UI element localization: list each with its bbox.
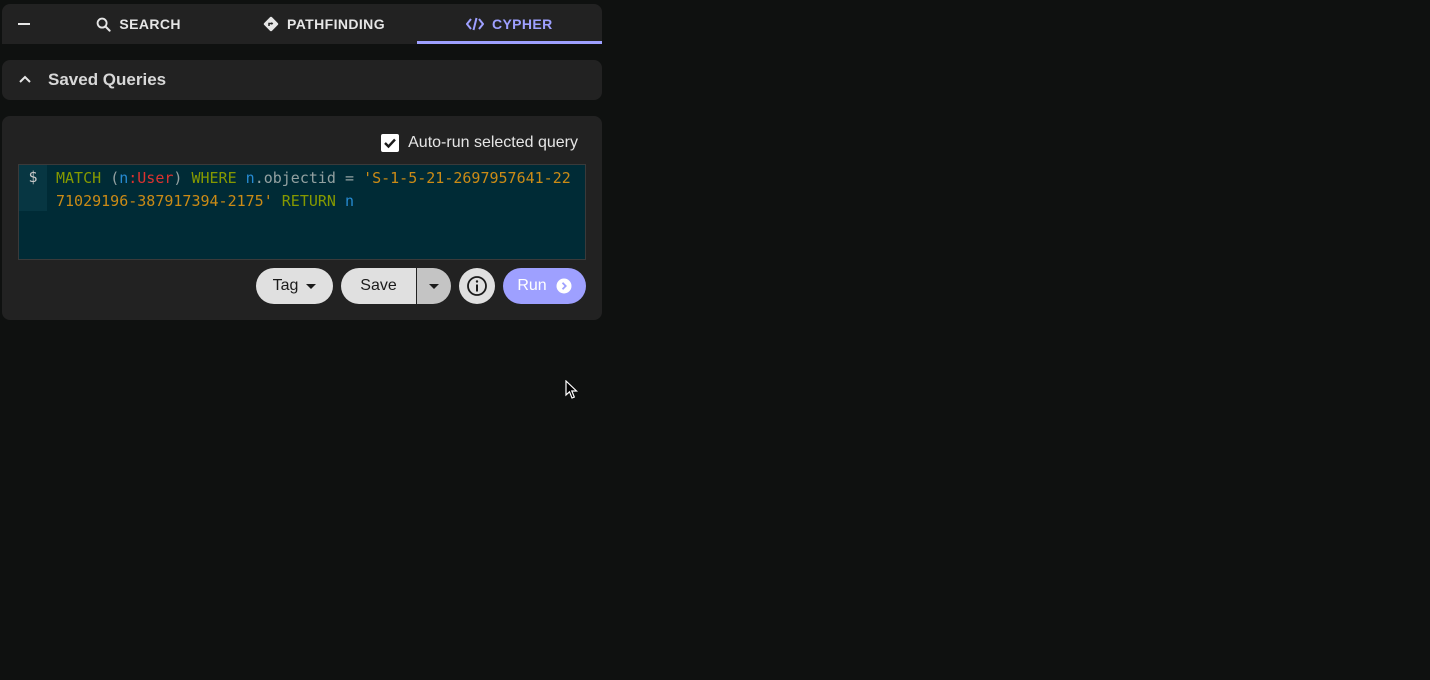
tab-search-label: SEARCH — [119, 16, 181, 32]
checkmark-icon — [384, 138, 397, 149]
cypher-query-text[interactable]: MATCH (n:User) WHERE n.objectid = 'S-1-5… — [47, 165, 585, 259]
info-button[interactable] — [459, 268, 495, 304]
chevron-up-icon — [18, 71, 32, 89]
save-button-label: Save — [360, 277, 397, 294]
mouse-cursor-icon — [565, 379, 579, 405]
info-icon — [467, 276, 487, 296]
chevron-right-circle-icon — [556, 278, 572, 294]
query-actions: Tag Save Run — [256, 268, 586, 304]
tab-cypher-label: CYPHER — [491, 16, 553, 32]
autorun-label: Auto-run selected query — [408, 134, 578, 151]
cypher-query-editor[interactable]: $ MATCH (n:User) WHERE n.objectid = 'S-1… — [18, 164, 586, 260]
tag-button[interactable]: Tag — [256, 268, 333, 304]
saved-queries-title: Saved Queries — [48, 70, 167, 89]
save-button[interactable]: Save — [341, 268, 416, 304]
save-menu-button[interactable] — [417, 268, 451, 304]
explore-tabs: SEARCH PATHFINDING CYPHER — [2, 4, 603, 44]
tag-button-label: Tag — [272, 277, 299, 294]
saved-queries-header[interactable]: Saved Queries — [2, 60, 602, 100]
cypher-search-panel: Auto-run selected query $ MATCH (n:User)… — [2, 116, 602, 320]
autorun-checkbox[interactable] — [381, 134, 400, 152]
code-icon — [465, 17, 484, 31]
run-button[interactable]: Run — [503, 268, 586, 304]
save-button-group: Save — [341, 268, 451, 304]
tab-search[interactable]: SEARCH — [46, 4, 231, 44]
search-icon — [96, 17, 112, 32]
autorun-toggle[interactable]: Auto-run selected query — [381, 134, 578, 152]
tab-pathfinding-label: PATHFINDING — [287, 16, 385, 32]
app-root: SEARCH PATHFINDING CYPHER Saved Queries … — [0, 0, 1430, 680]
caret-down-icon — [306, 283, 317, 289]
run-button-label: Run — [517, 277, 547, 294]
caret-down-icon — [429, 283, 439, 289]
tab-pathfinding[interactable]: PATHFINDING — [231, 4, 416, 44]
editor-prompt: $ — [19, 165, 47, 211]
tab-cypher[interactable]: CYPHER — [416, 4, 603, 44]
diamond-directions-icon — [263, 16, 279, 32]
collapse-panel-button[interactable] — [2, 4, 46, 44]
minus-icon — [18, 23, 30, 25]
